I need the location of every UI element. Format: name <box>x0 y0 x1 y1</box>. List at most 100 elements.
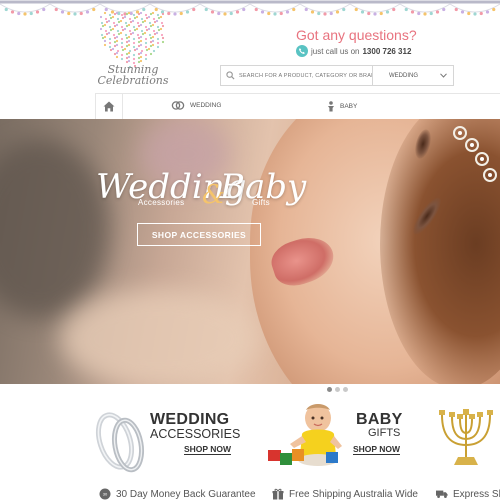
promo-wedding-shop-now[interactable]: SHOP NOW <box>184 444 232 455</box>
confetti-dot <box>161 12 165 16</box>
contact-prefix: just call us on <box>311 46 360 56</box>
confetti-dot <box>123 15 127 19</box>
search-icon[interactable] <box>221 66 239 85</box>
bunting-dot <box>73 12 77 16</box>
phone-icon[interactable] <box>296 45 308 57</box>
confetti-dot <box>148 21 152 25</box>
confetti-dot <box>144 25 148 29</box>
confetti-dot <box>117 32 121 36</box>
confetti-dot <box>152 29 156 33</box>
confetti-dot <box>109 48 113 52</box>
slider-dot[interactable] <box>335 387 340 392</box>
logo[interactable]: Stunning Celebrations <box>92 12 174 90</box>
confetti-dot <box>120 13 124 17</box>
confetti-dot <box>113 44 117 48</box>
category-select[interactable]: WEDDING <box>373 66 453 85</box>
promo-baby-shop-now[interactable]: SHOP NOW <box>353 444 401 455</box>
bunting-dot <box>354 7 358 12</box>
contact-line: just call us on 1300 726 312 <box>296 45 416 57</box>
confetti-dot <box>113 40 117 44</box>
slider-dots <box>327 387 348 392</box>
truck-icon <box>436 488 448 500</box>
bunting-dot <box>67 11 71 16</box>
bunting-string <box>349 3 401 13</box>
bunting-dot <box>429 11 433 16</box>
confetti-dot <box>128 29 132 33</box>
confetti-dot <box>113 24 117 28</box>
bunting-string <box>149 3 201 13</box>
confetti-dot <box>127 43 131 47</box>
bunting-dot <box>435 10 440 14</box>
promo-wedding-subtitle: ACCESSORIES <box>150 427 241 441</box>
confetti-dot <box>127 59 131 63</box>
baby-with-blocks-image <box>268 404 342 466</box>
confetti-dot <box>139 43 143 47</box>
confetti-dot <box>127 23 131 27</box>
confetti-dot <box>100 21 104 25</box>
confetti-dot <box>125 12 129 16</box>
bunting-dot <box>410 10 415 14</box>
confetti-dot <box>104 17 108 21</box>
benefit-money-back: 30 30 Day Money Back Guarantee <box>99 488 256 500</box>
category-select-value: WEDDING <box>389 72 418 79</box>
bunting-dot <box>273 12 277 16</box>
confetti-dot <box>132 57 136 61</box>
contact-block: Got any questions? just call us on 1300 … <box>296 27 417 57</box>
logo-line-2: Celebrations <box>97 74 169 87</box>
bunting-dot <box>35 10 40 14</box>
bunting-dot <box>54 7 58 12</box>
confetti-dot <box>100 33 104 37</box>
confetti-dot <box>141 32 145 36</box>
shop-accessories-button[interactable]: SHOP ACCESSORIES <box>137 223 261 246</box>
bunting-dot <box>317 11 321 16</box>
confetti-dot <box>139 35 143 39</box>
confetti-dot <box>140 49 144 53</box>
bunting-string <box>449 3 500 13</box>
bunting-dot <box>342 7 346 12</box>
confetti-dot <box>149 52 153 56</box>
nav-item-wedding[interactable]: WEDDING <box>171 101 221 110</box>
confetti-dot <box>121 16 125 20</box>
bunting-dot <box>385 10 390 14</box>
hero-subtitle-accessories: Accessories <box>138 198 185 207</box>
confetti-dot <box>101 36 105 40</box>
bunting-dot <box>417 11 421 16</box>
menorah-image <box>439 409 493 465</box>
confetti-dot <box>103 23 107 27</box>
confetti-dot <box>144 13 148 17</box>
nav-item-baby[interactable]: BABY <box>327 101 357 112</box>
confetti-dot <box>112 33 116 37</box>
confetti-dot <box>156 37 160 41</box>
confetti-dot <box>137 56 141 60</box>
search-input[interactable] <box>239 66 372 85</box>
confetti-dot <box>116 49 120 53</box>
contact-number[interactable]: 1300 726 312 <box>362 47 411 56</box>
confetti-dot <box>120 45 124 49</box>
confetti-dot <box>131 31 135 35</box>
slider-dot[interactable] <box>343 387 348 392</box>
confetti-dot <box>137 12 141 16</box>
bunting-dot <box>29 11 33 16</box>
bunting-dot <box>254 7 258 12</box>
confetti-dot <box>132 45 136 49</box>
confetti-dot <box>160 33 164 37</box>
confetti-dot <box>147 47 151 51</box>
confetti-dot <box>144 41 148 45</box>
confetti-dot <box>161 40 165 44</box>
confetti-dot <box>108 41 112 45</box>
confetti-dot <box>120 57 124 61</box>
confetti-dot <box>135 27 139 31</box>
bunting-dot <box>485 10 490 14</box>
confetti-dot <box>149 36 153 40</box>
bunting-string <box>99 3 151 13</box>
confetti-dot <box>139 12 143 15</box>
nav-home[interactable] <box>95 93 123 120</box>
confetti-dot <box>127 12 131 15</box>
confetti-dot <box>125 36 129 40</box>
slider-dot[interactable] <box>327 387 332 392</box>
confetti-dot <box>139 23 143 27</box>
confetti-dot <box>113 52 117 56</box>
confetti-dot <box>123 27 127 31</box>
bunting-dot <box>60 10 65 14</box>
confetti-dot <box>132 37 136 41</box>
